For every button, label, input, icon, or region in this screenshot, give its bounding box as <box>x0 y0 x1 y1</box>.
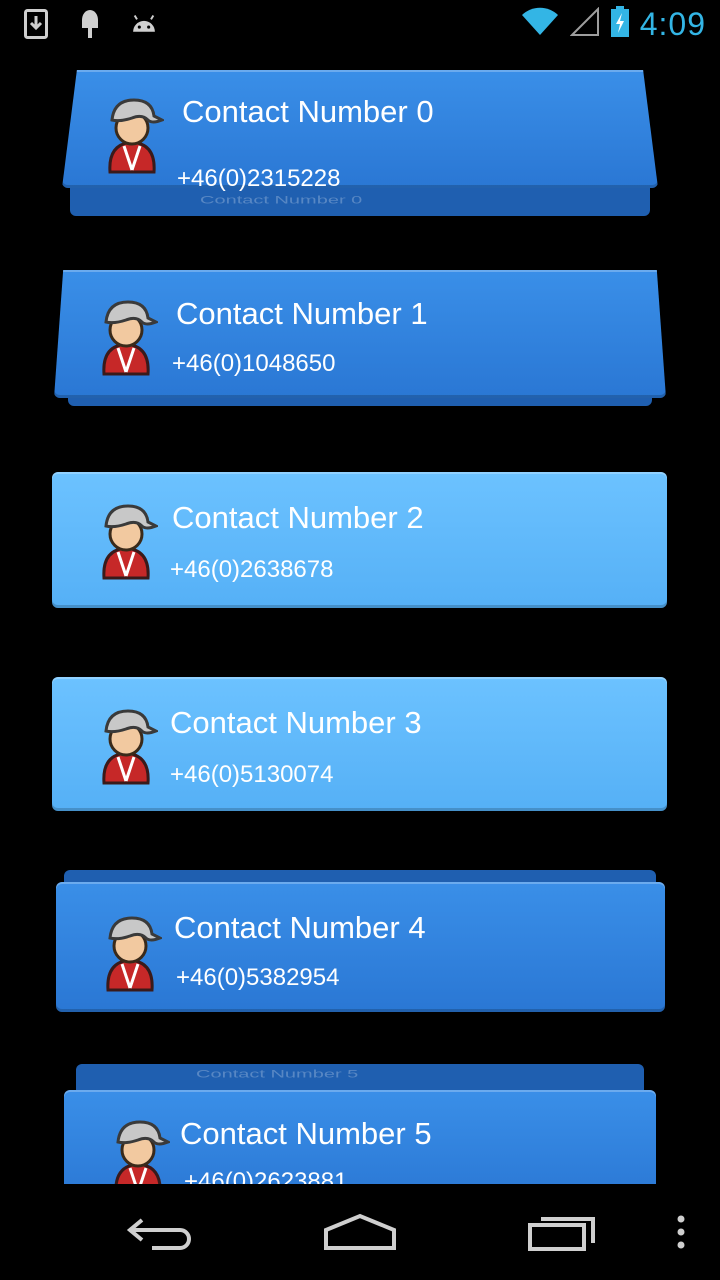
contact-phone: +46(0)5130074 <box>170 761 334 788</box>
back-button[interactable] <box>116 1202 206 1262</box>
contact-name: Contact Number 1 <box>176 296 428 331</box>
contact-avatar-icon <box>108 1114 172 1184</box>
contact-avatar-icon <box>96 294 160 376</box>
back-icon <box>126 1218 191 1250</box>
card-topside: Contact Number 5 <box>76 1064 644 1092</box>
contact-card[interactable]: Contact Number 2 +46(0)2638678 <box>52 472 667 608</box>
contact-phone: +46(0)2638678 <box>170 556 334 583</box>
contact-avatar-icon <box>102 92 166 174</box>
contact-card[interactable]: Contact Number 3 +46(0)5130074 <box>52 677 667 811</box>
home-icon <box>324 1213 396 1250</box>
contact-phone: +46(0)5382954 <box>176 964 340 991</box>
status-bar: 4:09 <box>0 0 720 50</box>
contact-name: Contact Number 4 <box>174 910 426 945</box>
contact-card[interactable]: Contact Number 5 Contact Number 5 +46(0)… <box>64 1064 656 1184</box>
contact-card[interactable]: Contact Number 4 +46(0)5382954 <box>56 870 665 1012</box>
contact-avatar-icon <box>96 703 160 785</box>
menu-button[interactable] <box>636 1202 720 1262</box>
menu-icon <box>677 1215 685 1249</box>
contact-card[interactable]: Contact Number 1 +46(0)1048650 <box>54 270 666 410</box>
home-button[interactable] <box>315 1202 405 1262</box>
android-icon <box>130 8 158 40</box>
card-underside: Contact Number 0 <box>70 188 650 216</box>
clock: 4:09 <box>639 6 706 42</box>
contact-name: Contact Number 5 <box>180 1116 432 1151</box>
battery-charging-icon <box>610 6 630 43</box>
contact-name: Contact Number 0 <box>182 94 434 129</box>
contact-phone: +46(0)1048650 <box>172 350 336 377</box>
contact-card[interactable]: Contact Number 0 Contact Number 0 +46(0)… <box>62 70 658 216</box>
popsicle-icon <box>76 8 104 40</box>
signal-icon <box>569 6 600 42</box>
navigation-bar <box>0 1184 720 1280</box>
contact-phone: +46(0)2623881 <box>184 1168 348 1184</box>
contact-name: Contact Number 3 <box>170 705 422 740</box>
contact-phone: +46(0)2315228 <box>177 165 341 192</box>
recents-icon <box>528 1217 595 1251</box>
contact-name: Contact Number 2 <box>172 500 424 535</box>
wifi-icon <box>520 7 560 42</box>
contact-avatar-icon <box>100 910 164 992</box>
contact-list[interactable]: Contact Number 0 Contact Number 0 +46(0)… <box>0 50 720 1184</box>
contact-avatar-icon <box>96 498 160 580</box>
download-icon <box>22 8 50 40</box>
recents-button[interactable] <box>518 1202 608 1262</box>
